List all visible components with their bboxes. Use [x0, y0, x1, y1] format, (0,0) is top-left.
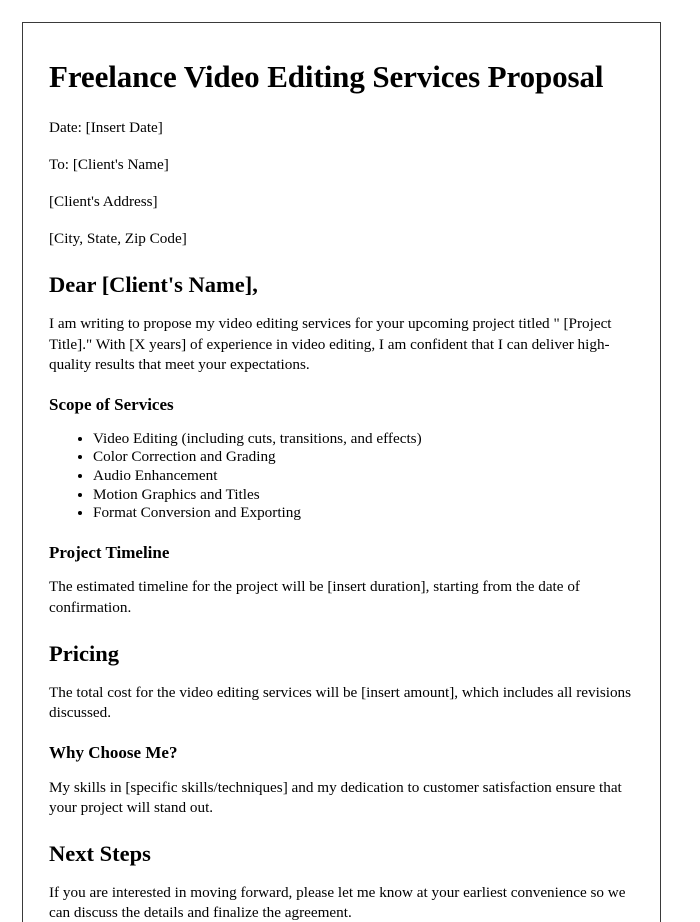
next-steps-paragraph: If you are interested in moving forward,… — [49, 884, 626, 922]
scope-of-services-heading: Scope of Services — [49, 395, 174, 415]
project-timeline-paragraph: The estimated timeline for the project w… — [49, 578, 580, 616]
intro-paragraph: I am writing to propose my video editing… — [49, 315, 612, 373]
recipient-city-state-zip-line: [City, State, Zip Code] — [49, 230, 187, 248]
list-item: Audio Enhancement — [93, 467, 634, 486]
date-line: Date: [Insert Date] — [49, 118, 163, 136]
list-item: Format Conversion and Exporting — [93, 504, 634, 523]
project-timeline-heading: Project Timeline — [49, 542, 170, 562]
recipient-address-line: [Client's Address] — [49, 193, 158, 211]
page-title: Freelance Video Editing Services Proposa… — [49, 59, 604, 94]
pricing-heading: Pricing — [49, 640, 119, 666]
recipient-name-line: To: [Client's Name] — [49, 155, 169, 173]
why-choose-me-heading: Why Choose Me? — [49, 743, 178, 763]
document-page: Freelance Video Editing Services Proposa… — [22, 22, 661, 922]
list-item: Color Correction and Grading — [93, 448, 634, 467]
list-item: Motion Graphics and Titles — [93, 486, 634, 505]
list-item: Video Editing (including cuts, transitio… — [93, 430, 634, 449]
salutation-heading: Dear [Client's Name], — [49, 272, 258, 298]
why-choose-me-paragraph: My skills in [specific skills/techniques… — [49, 778, 622, 816]
pricing-paragraph: The total cost for the video editing ser… — [49, 683, 632, 721]
next-steps-heading: Next Steps — [49, 841, 151, 867]
document-body: Freelance Video Editing Services Proposa… — [23, 23, 660, 922]
scope-of-services-list: Video Editing (including cuts, transitio… — [49, 430, 634, 523]
